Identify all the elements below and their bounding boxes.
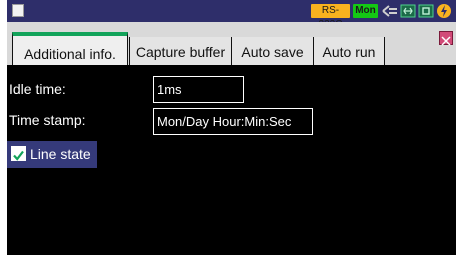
lan-icon xyxy=(400,4,416,18)
storage-icon xyxy=(418,4,434,18)
connection-icon xyxy=(382,5,397,17)
time-stamp-field[interactable]: Mon/Day Hour:Min:Sec xyxy=(153,108,313,135)
power-icon xyxy=(437,4,451,18)
line-state-option[interactable]: Line state xyxy=(7,141,97,168)
idle-time-label: Idle time: xyxy=(9,81,66,97)
line-state-checkbox[interactable] xyxy=(11,146,26,161)
tab-strip: Additional info. Capture buffer Auto sav… xyxy=(7,22,456,67)
idle-time-field[interactable]: 1ms xyxy=(153,76,244,103)
status-bar: RS-232C Mon xyxy=(7,0,456,30)
tab-additional-info[interactable]: Additional info. xyxy=(12,32,128,67)
close-button[interactable] xyxy=(439,31,453,46)
screen: RS-232C Mon Additional info. Capture buf… xyxy=(7,0,456,255)
mode-badge: Mon xyxy=(353,4,378,18)
menu-icon[interactable] xyxy=(12,4,24,17)
tab-capture-buffer[interactable]: Capture buffer xyxy=(129,37,231,65)
close-icon xyxy=(441,36,451,46)
tab-divider xyxy=(7,65,456,67)
time-stamp-label: Time stamp: xyxy=(9,112,86,128)
line-state-label: Line state xyxy=(30,146,91,162)
interface-badge: RS-232C xyxy=(311,4,350,30)
checkmark-icon xyxy=(13,150,24,161)
tab-auto-save[interactable]: Auto save xyxy=(231,37,313,65)
tab-auto-run[interactable]: Auto run xyxy=(313,37,385,65)
